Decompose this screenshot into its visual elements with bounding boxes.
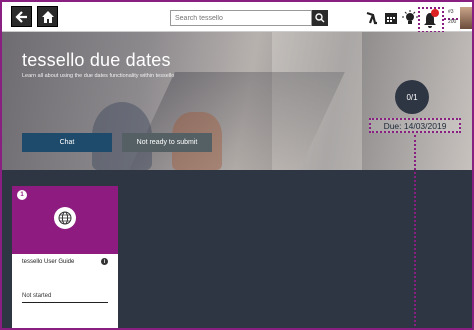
card-header: 1 (12, 186, 118, 254)
not-ready-to-submit-button[interactable]: Not ready to submit (122, 133, 212, 152)
avatar[interactable] (460, 7, 474, 29)
progress-indicator: 0/1 (395, 80, 429, 114)
search-input[interactable] (170, 10, 312, 26)
calendar-icon[interactable] (383, 10, 399, 26)
chat-button[interactable]: Chat (22, 133, 112, 152)
user-count: #3 (448, 9, 454, 15)
user-info: #3 200 (448, 7, 456, 27)
notification-badge (431, 9, 439, 17)
notifications-button[interactable] (418, 7, 444, 33)
page-subtitle: Learn all about using the due dates func… (22, 73, 175, 79)
due-date-label: Due: 14/03/2019 (369, 118, 461, 133)
activity-card[interactable]: 1 tessello User Guide i Not started (12, 186, 118, 328)
top-toolbar: #3 200 (2, 2, 474, 33)
card-title: tessello User Guide (22, 259, 75, 265)
search-button[interactable] (312, 10, 328, 26)
card-status: Not started (22, 293, 52, 299)
info-icon[interactable]: i (101, 258, 108, 265)
back-arrow-icon (14, 10, 27, 23)
status-progress-bar (22, 302, 108, 303)
card-number: 1 (17, 190, 27, 200)
lightbulb-icon[interactable] (402, 10, 418, 26)
back-button[interactable] (11, 6, 32, 27)
home-button[interactable] (37, 6, 58, 27)
globe-icon (54, 207, 76, 229)
page-title: tessello due dates (22, 50, 171, 70)
walk-icon[interactable] (364, 10, 380, 26)
search-icon (315, 13, 325, 23)
user-sub: 200 (448, 19, 457, 25)
home-icon (41, 10, 54, 23)
annotation-line (414, 135, 416, 330)
